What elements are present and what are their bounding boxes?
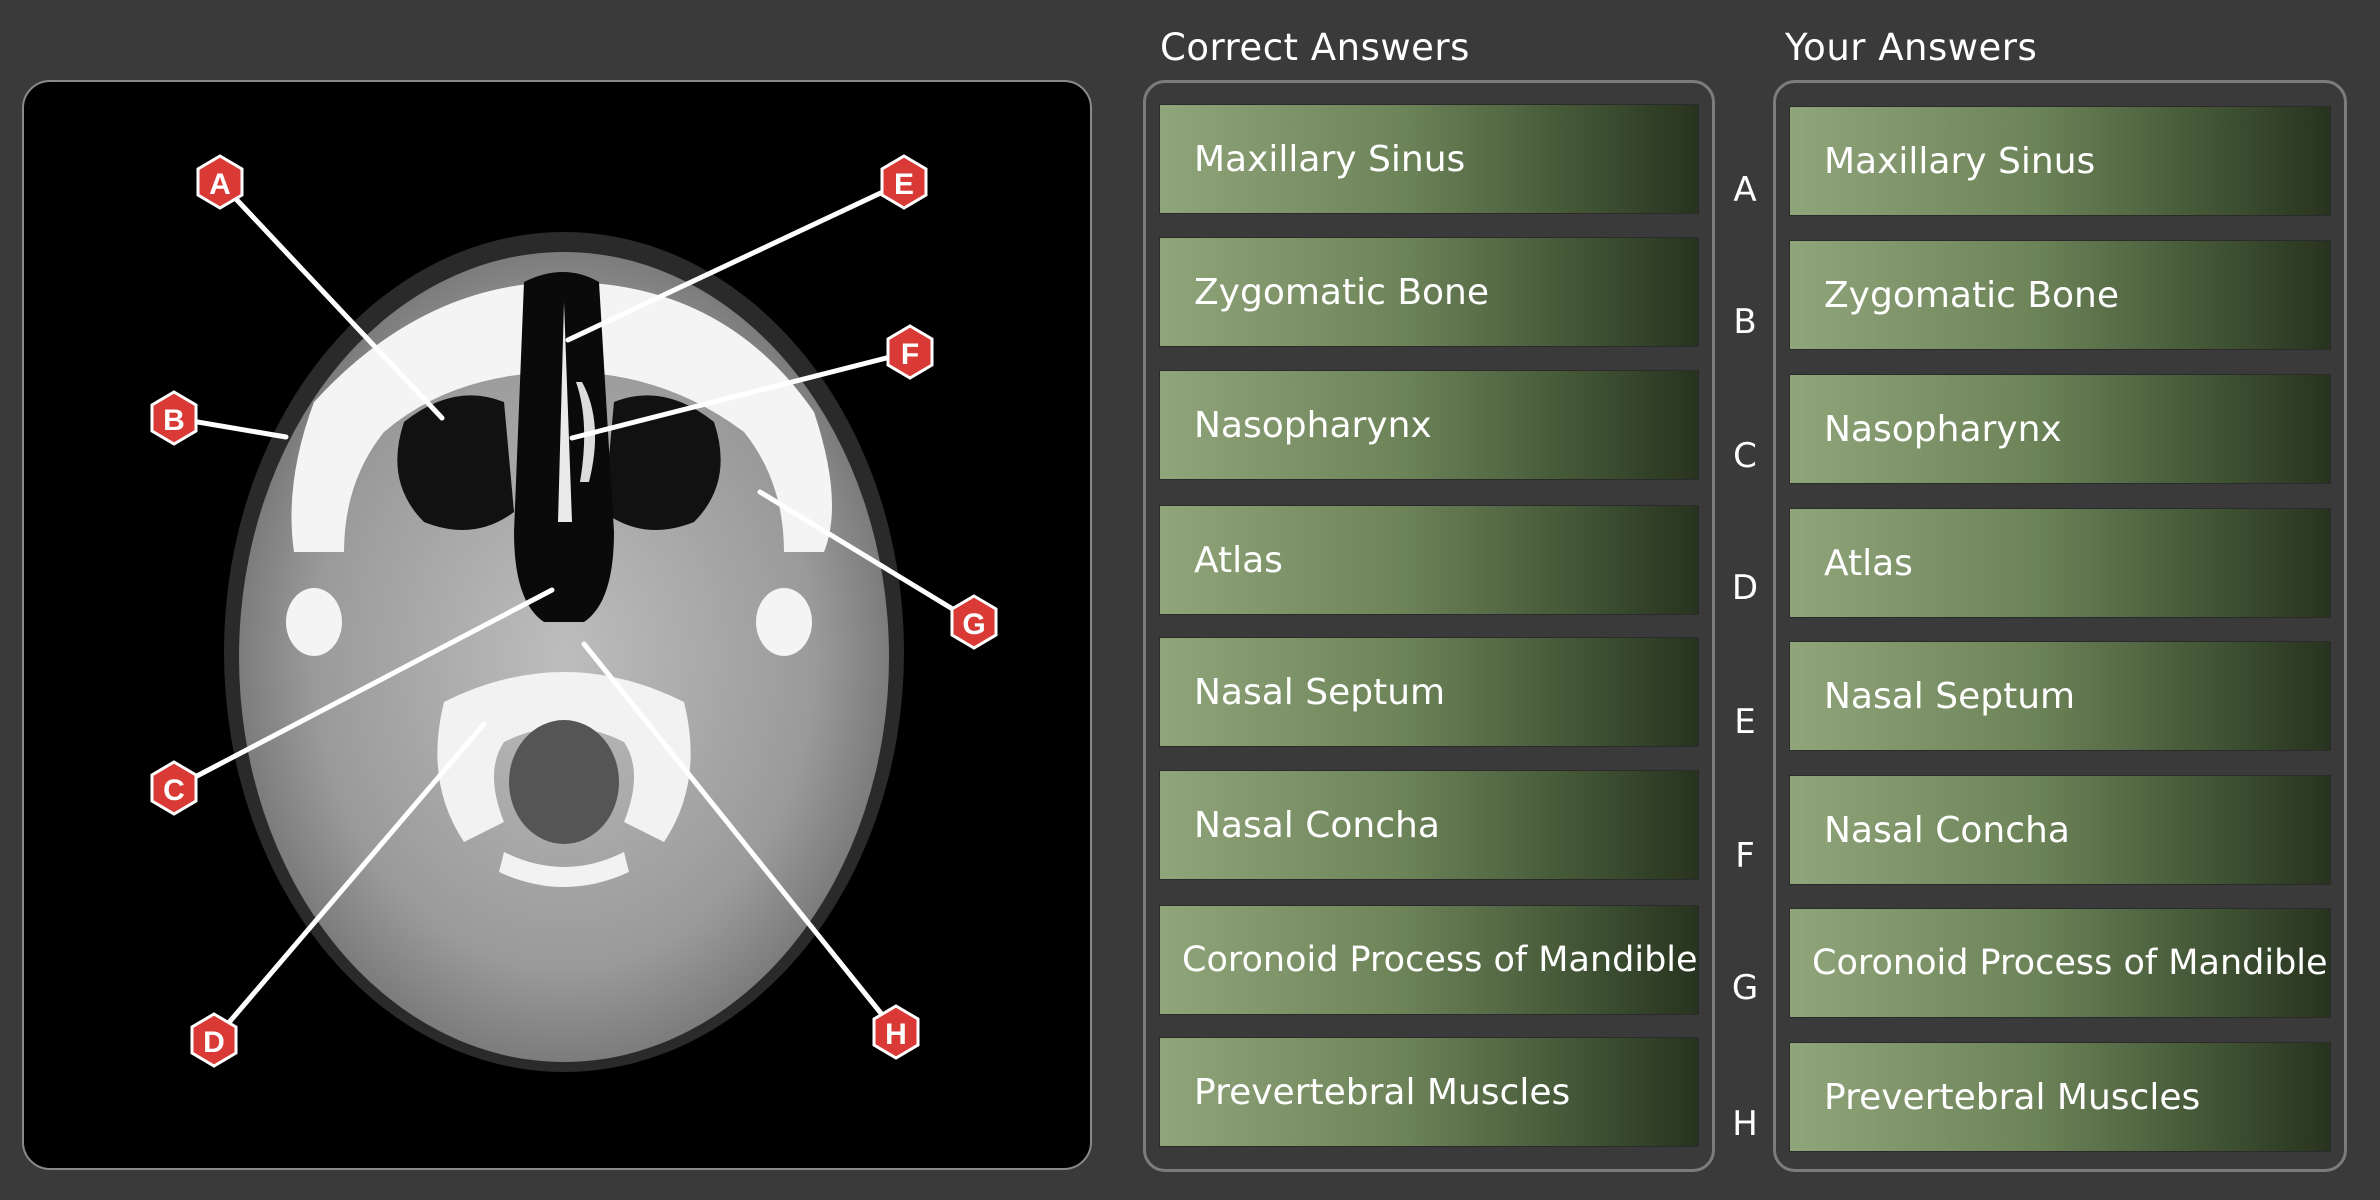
your-answer-b[interactable]: Zygomatic Bone bbox=[1790, 241, 2330, 349]
your-answer-d[interactable]: Atlas bbox=[1790, 509, 2330, 617]
your-answers-title: Your Answers bbox=[1785, 26, 2038, 69]
correct-answer-e: Nasal Septum bbox=[1160, 638, 1698, 746]
your-answers-list: Maxillary Sinus Zygomatic Bone Nasophary… bbox=[1773, 80, 2347, 1172]
your-answer-c[interactable]: Nasopharynx bbox=[1790, 375, 2330, 483]
your-answer-h[interactable]: Prevertebral Muscles bbox=[1790, 1043, 2330, 1151]
marker-b[interactable]: B bbox=[150, 390, 198, 446]
correct-answers-title: Correct Answers bbox=[1160, 26, 1470, 69]
mandible-right bbox=[756, 588, 812, 656]
your-answer-a[interactable]: Maxillary Sinus bbox=[1790, 107, 2330, 215]
ct-image-panel: A B C D E F G H bbox=[22, 80, 1092, 1170]
svg-text:A: A bbox=[209, 168, 231, 201]
marker-c[interactable]: C bbox=[150, 760, 198, 816]
marker-d[interactable]: D bbox=[190, 1012, 238, 1068]
svg-text:H: H bbox=[885, 1018, 907, 1051]
correct-answer-d: Atlas bbox=[1160, 506, 1698, 614]
correct-answer-b: Zygomatic Bone bbox=[1160, 238, 1698, 346]
letter-c: C bbox=[1733, 436, 1757, 476]
letter-e: E bbox=[1734, 702, 1756, 742]
letter-f: F bbox=[1735, 836, 1755, 876]
letter-d: D bbox=[1731, 568, 1759, 608]
correct-answer-h: Prevertebral Muscles bbox=[1160, 1038, 1698, 1146]
mandible-left bbox=[286, 588, 342, 656]
letter-b: B bbox=[1733, 302, 1757, 342]
your-answer-e[interactable]: Nasal Septum bbox=[1790, 642, 2330, 750]
spinal-canal bbox=[509, 720, 619, 844]
letter-g: G bbox=[1731, 968, 1759, 1008]
ct-scan-image: A B C D E F G H bbox=[150, 154, 998, 1072]
your-answer-g[interactable]: Coronoid Process of Mandible bbox=[1790, 909, 2330, 1017]
svg-text:G: G bbox=[962, 608, 985, 641]
letter-h: H bbox=[1732, 1104, 1758, 1144]
letter-a: A bbox=[1733, 170, 1757, 210]
your-answer-f[interactable]: Nasal Concha bbox=[1790, 776, 2330, 884]
svg-text:B: B bbox=[163, 404, 185, 437]
correct-answer-g: Coronoid Process of Mandible bbox=[1160, 906, 1698, 1014]
svg-text:F: F bbox=[901, 338, 919, 371]
correct-answer-a: Maxillary Sinus bbox=[1160, 105, 1698, 213]
svg-text:C: C bbox=[163, 774, 185, 807]
marker-a[interactable]: A bbox=[196, 154, 244, 210]
svg-text:E: E bbox=[894, 168, 914, 201]
correct-answers-list: Maxillary Sinus Zygomatic Bone Nasophary… bbox=[1143, 80, 1715, 1172]
correct-answer-c: Nasopharynx bbox=[1160, 371, 1698, 479]
svg-text:D: D bbox=[203, 1026, 225, 1059]
correct-answer-f: Nasal Concha bbox=[1160, 771, 1698, 879]
marker-f[interactable]: F bbox=[886, 324, 934, 380]
maxillary-sinus-left bbox=[397, 395, 514, 530]
marker-h[interactable]: H bbox=[872, 1004, 920, 1060]
marker-g[interactable]: G bbox=[950, 594, 998, 650]
marker-e[interactable]: E bbox=[880, 154, 928, 210]
